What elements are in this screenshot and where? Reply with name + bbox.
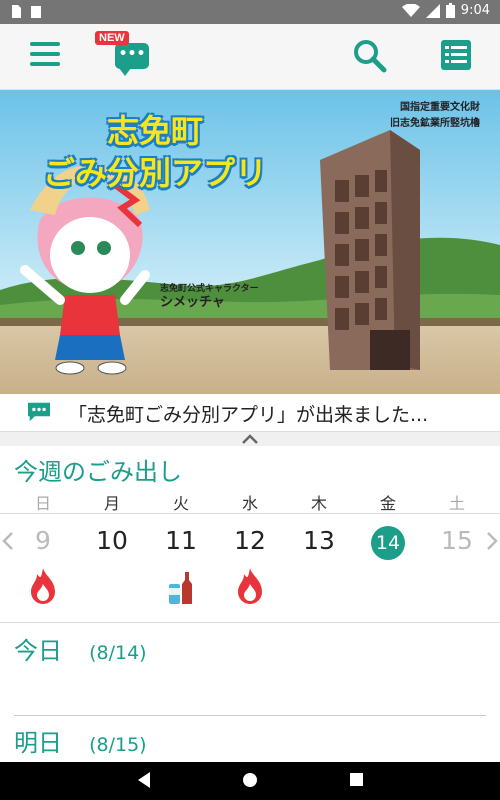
date-row: 9 10 11 12 13 14 15 xyxy=(0,522,500,562)
back-icon[interactable] xyxy=(136,770,152,790)
mascot-caption: 志免町公式キャラクター xyxy=(160,284,259,294)
today-date-label: (8/14) xyxy=(89,642,147,664)
notification-a-icon xyxy=(12,5,21,18)
notice-text: 「志免町ごみ分別アプリ」が出来ました... xyxy=(68,404,429,426)
banner-illustration[interactable]: 志免町 ごみ分別アプリ 国指定重要文化財 旧志免鉱業所竪坑櫓 志免町公式キャラク… xyxy=(0,90,500,394)
tomorrow-label: 明日 xyxy=(14,729,62,757)
date-cell[interactable]: 10 xyxy=(82,526,142,555)
weekday-label: 金 xyxy=(379,494,396,513)
heritage-line1: 国指定重要文化財 xyxy=(400,102,480,113)
today-section[interactable]: 今日 (8/14) xyxy=(14,631,147,666)
weekday-label: 土 xyxy=(448,494,465,513)
banner-mascot-caption: 志免町公式キャラクター シメッチャ xyxy=(160,282,259,310)
divider xyxy=(14,715,486,716)
system-navigation-bar xyxy=(0,762,500,800)
tower-illustration xyxy=(320,130,420,370)
day-detail-panel: 今日 (8/14) 明日 (8/15) xyxy=(0,622,500,762)
status-bar: 9:04 xyxy=(0,0,500,24)
recents-icon[interactable] xyxy=(348,770,364,790)
news-notice[interactable]: 「志免町ごみ分別アプリ」が出来ました... xyxy=(0,394,500,432)
list-icon[interactable] xyxy=(440,39,472,71)
battery-icon xyxy=(445,3,455,18)
wifi-icon xyxy=(401,3,420,17)
chat-bubble-icon: ••• xyxy=(115,43,149,76)
chat-bubble-icon xyxy=(28,402,50,422)
burnable-garbage-icon xyxy=(238,568,262,604)
date-cell-today[interactable]: 14 xyxy=(358,526,418,560)
news-button[interactable]: ••• NEW xyxy=(93,29,153,81)
heritage-line2: 旧志免鉱業所竪坑櫓 xyxy=(390,118,480,129)
banner-title: 志免町 ごみ分別アプリ xyxy=(0,110,310,194)
status-time: 9:04 xyxy=(460,3,490,18)
banner-heritage-caption: 国指定重要文化財 旧志免鉱業所竪坑櫓 xyxy=(330,100,480,132)
tomorrow-date-label: (8/15) xyxy=(89,734,147,756)
date-cell[interactable]: 13 xyxy=(289,526,349,555)
hamburger-menu-icon[interactable] xyxy=(30,42,60,72)
burnable-garbage-icon xyxy=(31,568,55,604)
today-label: 今日 xyxy=(14,637,62,665)
date-cell[interactable]: 12 xyxy=(220,526,280,555)
weekday-label: 日 xyxy=(34,494,51,513)
garbage-icons-row xyxy=(0,566,500,610)
date-cell[interactable]: 9 xyxy=(13,526,73,555)
weekday-label: 木 xyxy=(310,494,327,513)
date-cell[interactable]: 11 xyxy=(151,526,211,555)
weekday-label: 月 xyxy=(103,494,120,513)
today-date: 14 xyxy=(371,526,405,560)
date-cell[interactable]: 15 xyxy=(427,526,487,555)
banner-title-line1: 志免町 xyxy=(106,112,203,150)
app-bar: ••• NEW xyxy=(0,24,500,90)
notification-b-icon xyxy=(31,6,41,18)
new-badge: NEW xyxy=(95,31,129,45)
collapse-handle[interactable] xyxy=(0,432,500,446)
cell-signal-icon xyxy=(425,3,440,18)
banner-title-line2: ごみ分別アプリ xyxy=(42,154,267,192)
chevron-up-icon xyxy=(242,434,258,444)
search-icon[interactable] xyxy=(352,38,388,74)
week-title: 今週のごみ出し xyxy=(14,458,182,486)
mascot-name: シメッチャ xyxy=(160,295,225,310)
home-icon[interactable] xyxy=(241,770,259,790)
weekday-label: 水 xyxy=(241,494,258,513)
weekday-label: 火 xyxy=(172,494,189,513)
weekday-row: 日 月 火 水 木 金 土 xyxy=(0,486,500,514)
tomorrow-section[interactable]: 明日 (8/15) xyxy=(14,723,147,758)
cans-bottles-icon xyxy=(169,572,192,604)
